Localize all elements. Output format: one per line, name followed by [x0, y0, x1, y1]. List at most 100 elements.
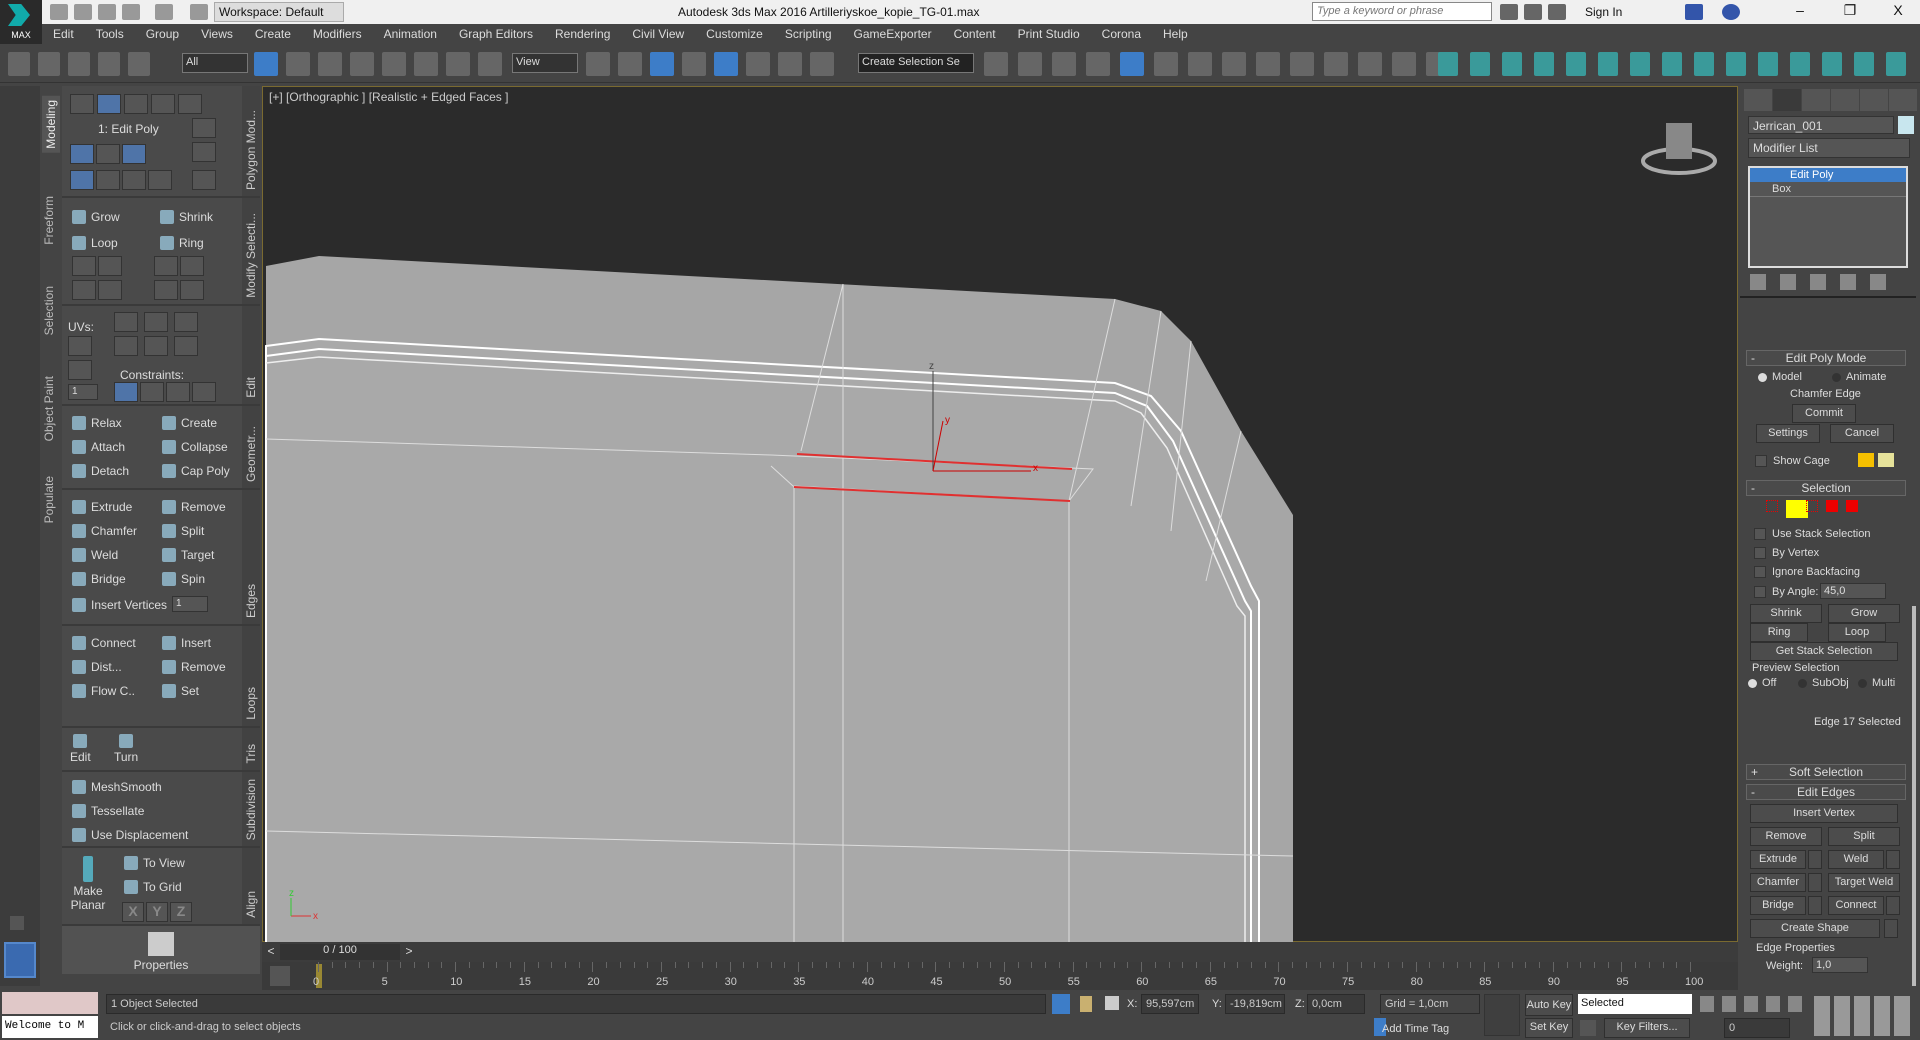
make-unique-icon[interactable] [1810, 274, 1826, 290]
use-stack-selection-checkbox[interactable]: Use Stack Selection [1754, 528, 1870, 540]
remove-modifier-icon[interactable] [1840, 274, 1856, 290]
edit-panel-title[interactable]: Edit [242, 306, 260, 404]
subdivision-panel-title[interactable]: Subdivision [242, 772, 260, 846]
selection-vertex-icon[interactable] [1766, 500, 1778, 512]
to-grid-button[interactable]: To Grid [124, 880, 182, 894]
target-button[interactable]: Target [162, 548, 214, 562]
modify-selection-panel-title[interactable]: Modify Selecti... [242, 198, 260, 304]
select-rotate-icon[interactable] [414, 52, 438, 76]
restore-button[interactable]: ❐ [1830, 2, 1870, 22]
track-bar[interactable]: 0 5 10 15 20 25 30 35 40 45 50 55 60 65 70 75 80 85 90 95 10… [262, 962, 1738, 990]
z-coordinate-field[interactable]: 0,0cm [1307, 994, 1365, 1014]
select-link-icon[interactable] [68, 52, 90, 76]
new-file-icon[interactable] [50, 4, 68, 20]
set-key-button[interactable]: Set Key [1525, 1018, 1573, 1038]
spinner-snap-icon[interactable] [778, 52, 802, 76]
use-displacement-button[interactable]: Use Displacement [72, 828, 188, 842]
insert-vertex-button[interactable]: Insert Vertex [1750, 804, 1898, 823]
redo-icon[interactable] [38, 52, 60, 76]
tree-icon[interactable] [1598, 52, 1618, 76]
shrink-loop-icon[interactable] [98, 256, 122, 276]
soft-selection-icon[interactable] [192, 170, 216, 190]
dotring-icon[interactable] [180, 280, 204, 300]
undo-icon[interactable] [122, 4, 140, 20]
grow-button[interactable]: Grow [72, 210, 120, 224]
menu-print-studio[interactable]: Print Studio [1007, 24, 1091, 45]
rollout-soft-selection[interactable]: + Soft Selection [1746, 764, 1906, 780]
menu-rendering[interactable]: Rendering [544, 24, 621, 45]
ribbon-tab-object-paint[interactable]: Object Paint [42, 376, 56, 441]
select-manipulate-icon[interactable] [618, 52, 642, 76]
key-icon[interactable] [1484, 994, 1520, 1036]
vertex-subobject-icon[interactable] [70, 94, 94, 114]
curve-editor-icon[interactable] [1154, 52, 1178, 76]
workspace-dropdown[interactable]: Workspace: Default [214, 2, 344, 22]
constraint-none-icon[interactable] [114, 382, 138, 402]
ring-mode-icon[interactable] [154, 280, 178, 300]
by-angle-spinner[interactable]: 45,0 [1820, 583, 1886, 599]
maxscript-listener-output[interactable] [2, 992, 98, 1014]
search-input[interactable]: Type a keyword or phrase [1312, 2, 1492, 21]
spin-button[interactable]: Spin [162, 572, 205, 586]
loop-button[interactable]: Loop [72, 236, 118, 250]
ribbon-tab-freeform[interactable]: Freeform [42, 196, 56, 245]
menu-help[interactable]: Help [1152, 24, 1199, 45]
pin-stack-icon[interactable] [96, 144, 120, 164]
properties-button[interactable]: Properties [62, 926, 260, 974]
tab-motion[interactable] [1831, 89, 1859, 111]
menu-modifiers[interactable]: Modifiers [302, 24, 373, 45]
render-iterative-icon[interactable] [1358, 52, 1382, 76]
ignore-backfacing-checkbox[interactable]: Ignore Backfacing [1754, 566, 1860, 578]
collapse-button[interactable]: Collapse [162, 440, 228, 454]
cancel-button[interactable]: Cancel [1830, 424, 1894, 443]
snaps-toggle-icon[interactable] [682, 52, 706, 76]
create-shape-button[interactable]: Create Shape [1750, 919, 1880, 938]
connect-settings-icon[interactable] [1886, 896, 1900, 915]
shrink-button[interactable]: Shrink [160, 210, 213, 224]
weld-edge-button[interactable]: Weld [1828, 850, 1884, 869]
detach-button[interactable]: Detach [72, 464, 129, 478]
extrude-button[interactable]: Extrude [72, 500, 132, 514]
object-color-swatch[interactable] [1898, 116, 1914, 134]
menu-animation[interactable]: Animation [373, 24, 448, 45]
model-radio[interactable]: Model [1758, 371, 1802, 383]
cage-color-swatch-1[interactable] [1858, 453, 1874, 467]
constraint-edge-icon[interactable] [140, 382, 164, 402]
element-subobject-icon[interactable] [178, 94, 202, 114]
absolute-mode-icon[interactable] [1105, 996, 1119, 1010]
create-shape-settings-icon[interactable] [1884, 919, 1898, 938]
show-end-result-icon[interactable] [1780, 274, 1796, 290]
ribbon-tab-populate[interactable]: Populate [42, 476, 56, 523]
key-filters-button[interactable]: Key Filters... [1604, 1018, 1690, 1038]
paint-icon[interactable] [1630, 52, 1650, 76]
relax-button[interactable]: Relax [72, 416, 122, 430]
reference-coordinate-dropdown[interactable]: View [512, 53, 578, 73]
menu-corona[interactable]: Corona [1091, 24, 1152, 45]
app-menu-button[interactable]: MAX [0, 0, 42, 44]
foliage-icon[interactable] [1534, 52, 1554, 76]
selection-element-icon[interactable] [1846, 500, 1858, 512]
edit-named-selection-icon[interactable] [810, 52, 834, 76]
tab-modify[interactable] [1773, 89, 1801, 111]
viewport2-icon[interactable] [1822, 52, 1842, 76]
angle-snap-icon[interactable] [714, 52, 738, 76]
bridge-settings-icon[interactable] [1808, 896, 1822, 915]
create-button[interactable]: Create [162, 416, 217, 430]
menu-views[interactable]: Views [190, 24, 244, 45]
geometry-panel-title[interactable]: Geometr... [242, 406, 260, 488]
select-move-icon[interactable] [382, 52, 406, 76]
object-name-field[interactable]: Jerrican_001 [1748, 116, 1894, 134]
selection-border-icon[interactable] [1806, 500, 1818, 512]
bulb-icon[interactable] [1886, 52, 1906, 76]
align-x-button[interactable]: X [122, 902, 144, 922]
favorites-star-icon[interactable] [1548, 4, 1566, 20]
next-modifier-icon[interactable] [192, 142, 216, 162]
pin-stack-icon[interactable] [1750, 274, 1766, 290]
help-icon[interactable] [1722, 4, 1740, 20]
toggle-layer-icon[interactable] [1086, 52, 1110, 76]
dotloop-icon[interactable] [98, 280, 122, 300]
ring-button[interactable]: Ring [160, 236, 204, 250]
key-mode-dropdown[interactable]: Selected [1578, 994, 1692, 1014]
select-by-vertex-icon[interactable] [96, 170, 120, 190]
tris-panel-title[interactable]: Tris [242, 728, 260, 770]
